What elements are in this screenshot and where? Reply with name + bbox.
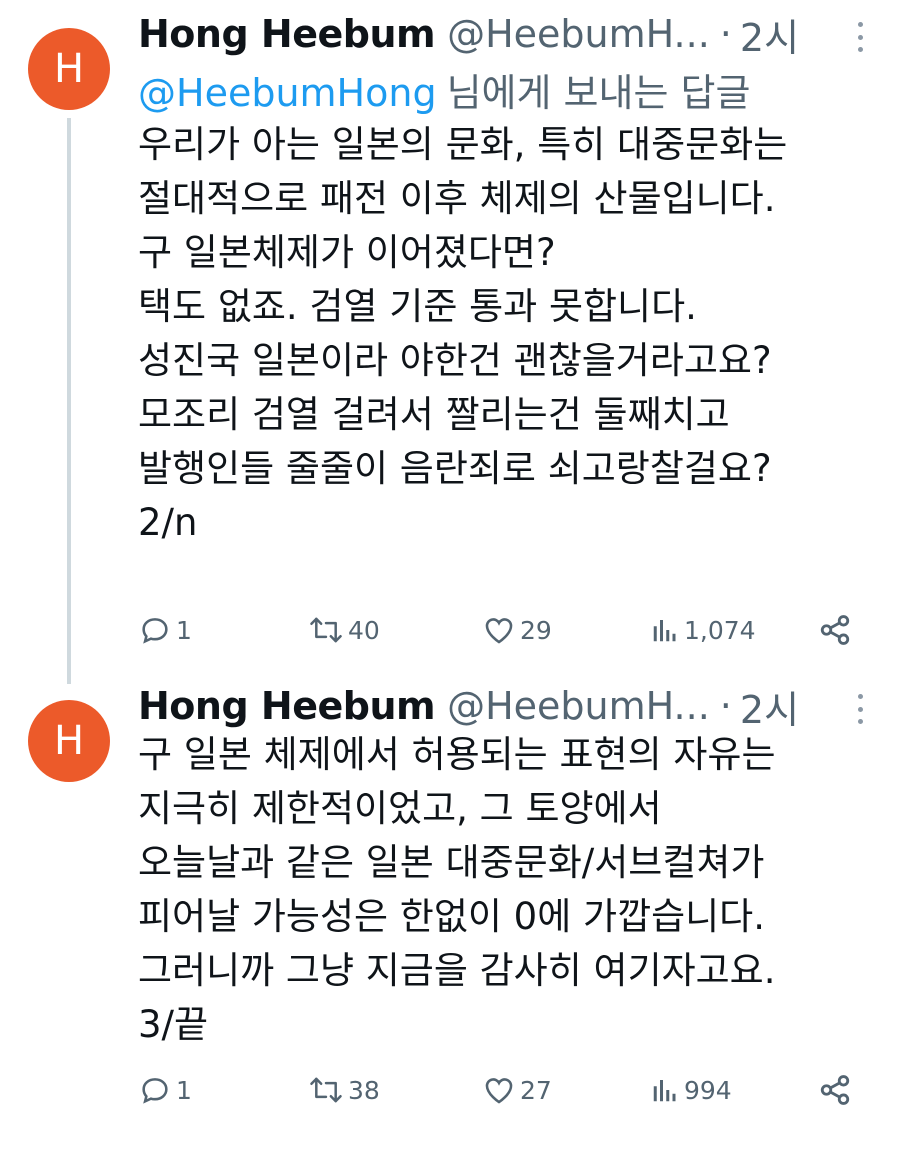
retweet-button[interactable]: 40 bbox=[308, 613, 380, 647]
separator-dot: · bbox=[719, 684, 732, 728]
share-button[interactable] bbox=[818, 613, 852, 647]
avatar[interactable]: H bbox=[28, 700, 110, 782]
tweet-text: 우리가 아는 일본의 문화, 특히 대중문화는 절대적으로 패전 이후 체제의 … bbox=[138, 118, 868, 550]
reply-button[interactable]: 1 bbox=[138, 613, 192, 647]
separator-dot: · bbox=[719, 12, 732, 56]
tweet-text-line: 절대적으로 패전 이후 체제의 산물입니다. bbox=[138, 177, 776, 220]
views-button[interactable]: 1,074 bbox=[650, 615, 756, 645]
share-icon bbox=[820, 615, 850, 645]
reply-icon bbox=[142, 618, 168, 644]
share-button[interactable] bbox=[818, 1073, 852, 1107]
reply-mention-link[interactable]: @HeebumHong bbox=[138, 71, 437, 115]
view-count: 994 bbox=[684, 1075, 732, 1105]
like-button[interactable]: 29 bbox=[482, 613, 552, 647]
author-handle[interactable]: @HeebumH... bbox=[447, 12, 710, 56]
retweet-icon bbox=[310, 1077, 342, 1103]
tweet-text-line: 모조리 검열 걸려서 짤리는건 둘째치고 bbox=[138, 393, 730, 436]
retweet-count: 40 bbox=[348, 615, 380, 645]
avatar[interactable]: H bbox=[28, 28, 110, 110]
retweet-button[interactable]: 38 bbox=[308, 1073, 380, 1107]
more-options-icon[interactable] bbox=[854, 22, 866, 52]
reply-button[interactable]: 1 bbox=[138, 1073, 192, 1107]
action-bar: 1 38 27 994 bbox=[138, 1070, 868, 1110]
tweet-text-line: 구 일본체제가 이어졌다면? bbox=[138, 231, 556, 274]
share-icon bbox=[820, 1075, 850, 1105]
tweet-text-line: 지극히 제한적이었고, 그 토양에서 bbox=[138, 787, 662, 830]
tweet-text-line: 3/끝 bbox=[138, 1003, 209, 1046]
view-count: 1,074 bbox=[684, 615, 756, 645]
tweet[interactable]: H Hong Heebum @HeebumH... · 2시 구 일본 체제에서… bbox=[0, 672, 900, 1153]
retweet-count: 38 bbox=[348, 1075, 380, 1105]
tweet[interactable]: H Hong Heebum @HeebumH... · 2시 @HeebumHo… bbox=[0, 0, 900, 684]
heart-icon bbox=[485, 1078, 513, 1104]
more-options-icon[interactable] bbox=[854, 694, 866, 724]
tweet-text-line: 피어날 가능성은 한없이 0에 가깝습니다. bbox=[138, 895, 765, 938]
reply-count: 1 bbox=[176, 1075, 192, 1105]
like-button[interactable]: 27 bbox=[482, 1073, 552, 1107]
reply-icon bbox=[142, 1078, 168, 1104]
views-icon bbox=[653, 1080, 676, 1102]
tweet-text: 구 일본 체제에서 허용되는 표현의 자유는 지극히 제한적이었고, 그 토양에… bbox=[138, 728, 868, 1052]
author-handle[interactable]: @HeebumH... bbox=[447, 684, 710, 728]
tweet-text-line: 발행인들 줄줄이 음란죄로 쇠고랑찰걸요? bbox=[138, 447, 772, 490]
timestamp[interactable]: 2시 bbox=[740, 7, 799, 62]
reply-to-line: @HeebumHong 님에게 보내는 답글 bbox=[138, 62, 750, 117]
heart-icon bbox=[485, 618, 513, 644]
like-count: 29 bbox=[520, 615, 552, 645]
tweet-header: Hong Heebum @HeebumH... · 2시 bbox=[138, 680, 799, 732]
reply-count: 1 bbox=[176, 615, 192, 645]
tweet-text-line: 2/n bbox=[138, 501, 198, 544]
thread-line bbox=[67, 118, 71, 684]
tweet-text-line: 오늘날과 같은 일본 대중문화/서브컬쳐가 bbox=[138, 841, 765, 884]
action-bar: 1 40 29 1,074 bbox=[138, 610, 868, 650]
timestamp[interactable]: 2시 bbox=[740, 679, 799, 734]
avatar-letter: H bbox=[53, 46, 85, 92]
tweet-text-line: 성진국 일본이라 야한건 괜찮을거라고요? bbox=[138, 339, 772, 382]
views-icon bbox=[653, 620, 676, 642]
avatar-letter: H bbox=[53, 718, 85, 764]
tweet-text-line: 우리가 아는 일본의 문화, 특히 대중문화는 bbox=[138, 123, 788, 166]
tweet-text-line: 그러니까 그냥 지금을 감사히 여기자고요. bbox=[138, 949, 776, 992]
author-name[interactable]: Hong Heebum bbox=[138, 12, 436, 56]
tweet-header: Hong Heebum @HeebumH... · 2시 bbox=[138, 8, 799, 60]
tweet-text-line: 택도 없죠. 검열 기준 통과 못합니다. bbox=[138, 285, 697, 328]
like-count: 27 bbox=[520, 1075, 552, 1105]
views-button[interactable]: 994 bbox=[650, 1075, 732, 1105]
retweet-icon bbox=[310, 617, 342, 643]
reply-to-label: 님에게 보내는 답글 bbox=[446, 71, 751, 115]
tweet-text-line: 구 일본 체제에서 허용되는 표현의 자유는 bbox=[138, 733, 776, 776]
author-name[interactable]: Hong Heebum bbox=[138, 684, 436, 728]
